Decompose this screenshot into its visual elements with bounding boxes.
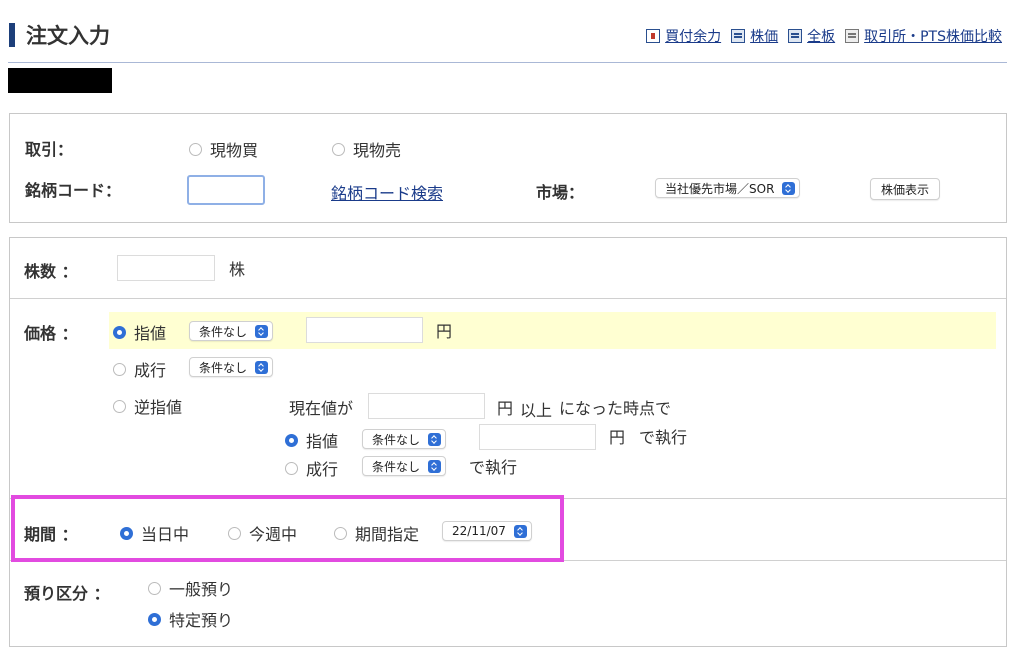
radio-limit[interactable]: 指値 <box>113 320 166 344</box>
stock-price-icon <box>731 29 746 43</box>
stock-code-label: 銘柄コード： <box>25 181 122 200</box>
order-target-section: 取引： 現物買 現物売 銘柄コード： 銘柄コード検索 市場： 当社優先市場／SO… <box>9 113 1007 223</box>
radio-label: 一般預り <box>169 580 234 599</box>
radio-label: 当日中 <box>141 525 190 544</box>
shares-label: 株数 ： <box>24 262 78 281</box>
show-price-button[interactable]: 株価表示 <box>870 178 941 200</box>
trade-label: 取引： <box>25 140 74 159</box>
chevron-updown-icon <box>428 432 442 446</box>
stock-code-input[interactable] <box>187 175 265 205</box>
radio-market-order[interactable]: 成行 <box>113 357 166 381</box>
page-title: 注文入力 <box>26 24 110 48</box>
stop-trigger-input[interactable] <box>368 393 485 419</box>
redacted-account-bar <box>8 68 112 93</box>
stop-market-condition-select[interactable]: 条件なし <box>362 456 447 476</box>
stop-limit-price-input[interactable] <box>479 424 596 450</box>
buying-power-link[interactable]: 買付余力 <box>646 26 721 46</box>
chevron-updown-icon <box>782 181 796 195</box>
radio-circle-selected <box>148 612 161 626</box>
shares-unit: 株 <box>229 260 246 279</box>
select-value: 条件なし <box>372 432 421 447</box>
radio-label: 指値 <box>134 324 167 343</box>
row-divider <box>10 498 1006 499</box>
limit-price-input[interactable] <box>306 317 423 343</box>
shares-input[interactable] <box>117 255 215 281</box>
market-select-value: 当社優先市場／SOR <box>665 181 775 196</box>
period-date-select[interactable]: 22/11/07 <box>442 521 532 541</box>
chevron-updown-icon <box>513 524 527 538</box>
radio-label: 逆指値 <box>134 398 183 417</box>
radio-label: 現物売 <box>353 141 402 160</box>
buying-power-icon <box>646 29 661 43</box>
radio-today[interactable]: 当日中 <box>120 521 189 545</box>
select-value: 条件なし <box>199 324 248 339</box>
chevron-updown-icon <box>428 459 442 473</box>
radio-circle-selected <box>120 526 133 540</box>
stop-trigger-suffix: になった時点で <box>559 399 672 418</box>
radio-circle <box>334 526 347 540</box>
stock-price-link[interactable]: 株価 <box>731 26 778 46</box>
deposit-label: 預り区分 ： <box>24 584 110 603</box>
radio-label: 今週中 <box>249 525 298 544</box>
select-value: 22/11/07 <box>452 524 506 538</box>
stop-limit-exec: で執行 <box>639 428 688 447</box>
market-label: 市場： <box>536 183 585 202</box>
radio-specify-period[interactable]: 期間指定 <box>334 521 419 545</box>
radio-label: 成行 <box>306 460 339 479</box>
row-divider <box>10 560 1006 561</box>
radio-circle-selected <box>285 433 298 447</box>
header-links: 買付余力 株価 全板 取引所・PTS株価比較 <box>646 26 1002 46</box>
radio-stop-market[interactable]: 成行 <box>285 456 338 480</box>
row-divider <box>10 298 1006 299</box>
radio-circle <box>113 399 126 413</box>
radio-circle <box>332 142 345 156</box>
stop-trigger-unit: 円 <box>497 399 514 418</box>
radio-label: 特定預り <box>169 611 234 630</box>
radio-circle <box>113 362 126 376</box>
radio-label: 指値 <box>306 432 339 451</box>
chevron-updown-icon <box>255 360 269 374</box>
stop-market-exec: で執行 <box>469 458 518 477</box>
pts-compare-link[interactable]: 取引所・PTS株価比較 <box>845 26 1002 46</box>
radio-label: 成行 <box>134 361 167 380</box>
radio-spot-buy[interactable]: 現物買 <box>189 137 258 161</box>
radio-specified-account[interactable]: 特定預り <box>148 607 233 631</box>
market-select[interactable]: 当社優先市場／SOR <box>655 178 801 198</box>
radio-circle <box>148 581 161 595</box>
radio-circle-selected <box>113 325 126 339</box>
full-board-label: 全板 <box>807 29 836 45</box>
header-divider <box>8 62 1007 63</box>
buying-power-label: 買付余力 <box>665 29 722 45</box>
stop-trigger-direction: 以上 <box>520 401 553 420</box>
radio-spot-sell[interactable]: 現物売 <box>332 137 401 161</box>
chevron-updown-icon <box>255 324 269 338</box>
radio-label: 現物買 <box>210 141 259 160</box>
full-board-link[interactable]: 全板 <box>788 26 835 46</box>
limit-condition-select[interactable]: 条件なし <box>189 321 274 341</box>
radio-circle <box>228 526 241 540</box>
select-value: 条件なし <box>199 360 248 375</box>
full-board-icon <box>788 29 803 43</box>
stock-code-search-link[interactable]: 銘柄コード検索 <box>331 180 443 204</box>
radio-stop-order[interactable]: 逆指値 <box>113 394 182 418</box>
limit-price-unit: 円 <box>436 322 453 341</box>
radio-circle <box>189 142 202 156</box>
market-condition-select[interactable]: 条件なし <box>189 357 274 377</box>
title-accent-bar <box>9 23 15 47</box>
radio-circle <box>285 461 298 475</box>
compare-icon <box>845 29 860 43</box>
price-label: 価格 ： <box>24 324 78 343</box>
period-label: 期間 ： <box>24 525 78 544</box>
radio-this-week[interactable]: 今週中 <box>228 521 297 545</box>
stop-limit-unit: 円 <box>609 428 626 447</box>
radio-stop-limit[interactable]: 指値 <box>285 428 338 452</box>
radio-general-account[interactable]: 一般預り <box>148 576 233 600</box>
stop-trigger-prefix: 現在値が <box>289 399 354 418</box>
radio-label: 期間指定 <box>355 525 420 544</box>
order-detail-section: 株数 ： 株 価格 ： 指値 条件なし 円 成行 条件なし 逆指値 現在値が 円… <box>9 237 1007 647</box>
select-value: 条件なし <box>372 459 421 474</box>
stock-price-label: 株価 <box>750 29 779 45</box>
pts-compare-label: 取引所・PTS株価比較 <box>864 29 1002 45</box>
stop-limit-condition-select[interactable]: 条件なし <box>362 429 447 449</box>
